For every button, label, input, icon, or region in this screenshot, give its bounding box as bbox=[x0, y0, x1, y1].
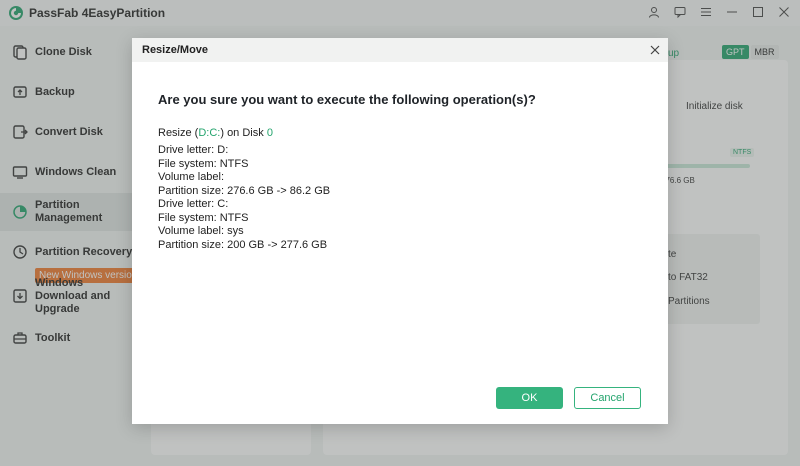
detail-line: Drive letter: C: bbox=[158, 198, 229, 210]
detail-line: Partition size: 200 GB -> 277.6 GB bbox=[158, 238, 328, 251]
detail-line: File system: NTFS bbox=[158, 157, 249, 170]
operation-disk-number: 0 bbox=[266, 127, 273, 139]
operation-title: Resize (D:C:) on Disk 0 bbox=[158, 127, 273, 139]
detail-line: Drive letter: D: bbox=[158, 144, 229, 156]
ok-button[interactable]: OK bbox=[496, 387, 563, 409]
confirm-question: Are you sure you want to execute the fol… bbox=[158, 92, 536, 107]
cancel-button[interactable]: Cancel bbox=[574, 387, 641, 409]
dialog-close-icon[interactable] bbox=[648, 43, 662, 57]
operation-details: Drive letter: D: File system: NTFS Volum… bbox=[158, 144, 330, 252]
detail-line: File system: NTFS bbox=[158, 211, 249, 224]
operation-drives: D:C: bbox=[198, 127, 221, 139]
dialog-header: Resize/Move bbox=[132, 38, 668, 62]
operation-prefix: Resize ( bbox=[158, 127, 199, 139]
operation-mid: ) on Disk bbox=[220, 127, 267, 139]
detail-line: Partition size: 276.6 GB -> 86.2 GB bbox=[158, 184, 331, 197]
detail-line: Volume label: bbox=[158, 171, 225, 183]
dialog-title: Resize/Move bbox=[142, 44, 209, 56]
resize-move-dialog: Resize/Move Are you sure you want to exe… bbox=[132, 38, 668, 424]
detail-line: Volume label: sys bbox=[158, 225, 244, 237]
